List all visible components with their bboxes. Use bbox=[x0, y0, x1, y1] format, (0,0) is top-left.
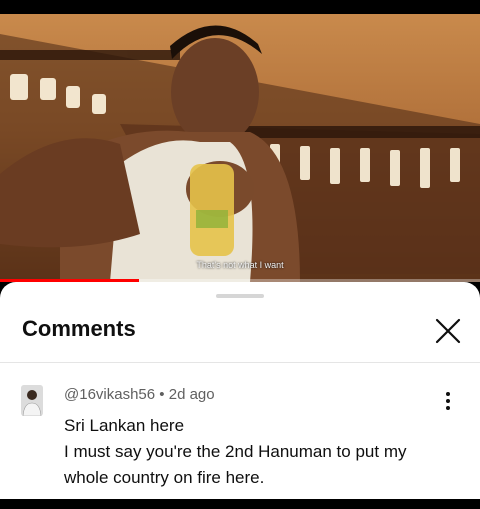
comment-meta: @16vikash56 • 2d ago bbox=[64, 386, 215, 403]
drag-handle[interactable] bbox=[216, 294, 264, 298]
comment-time: 2d ago bbox=[168, 386, 215, 403]
comments-title: Comments bbox=[22, 316, 136, 341]
comment-text: Sri Lankan here I must say you're the 2n… bbox=[64, 413, 444, 491]
meta-separator: • bbox=[159, 386, 165, 403]
video-frame bbox=[0, 25, 480, 282]
bottom-bar bbox=[0, 499, 480, 509]
comment-line: I must say you're the 2nd Hanuman to put… bbox=[64, 442, 407, 487]
comments-sheet: Comments @16vikash56 • 2d ago Sri Lankan… bbox=[0, 282, 480, 499]
video-caption: That's not what I want bbox=[196, 260, 284, 270]
avatar[interactable] bbox=[21, 385, 43, 416]
comment-author[interactable]: @16vikash56 bbox=[64, 386, 155, 403]
header-divider bbox=[0, 362, 480, 363]
close-button[interactable] bbox=[433, 316, 463, 346]
comment-line: Sri Lankan here bbox=[64, 416, 185, 435]
avatar-image bbox=[21, 385, 43, 416]
video-player[interactable]: That's not what I want bbox=[0, 14, 480, 282]
comment-options-button[interactable] bbox=[440, 390, 456, 412]
close-icon bbox=[435, 318, 461, 344]
more-vert-icon bbox=[446, 392, 450, 410]
